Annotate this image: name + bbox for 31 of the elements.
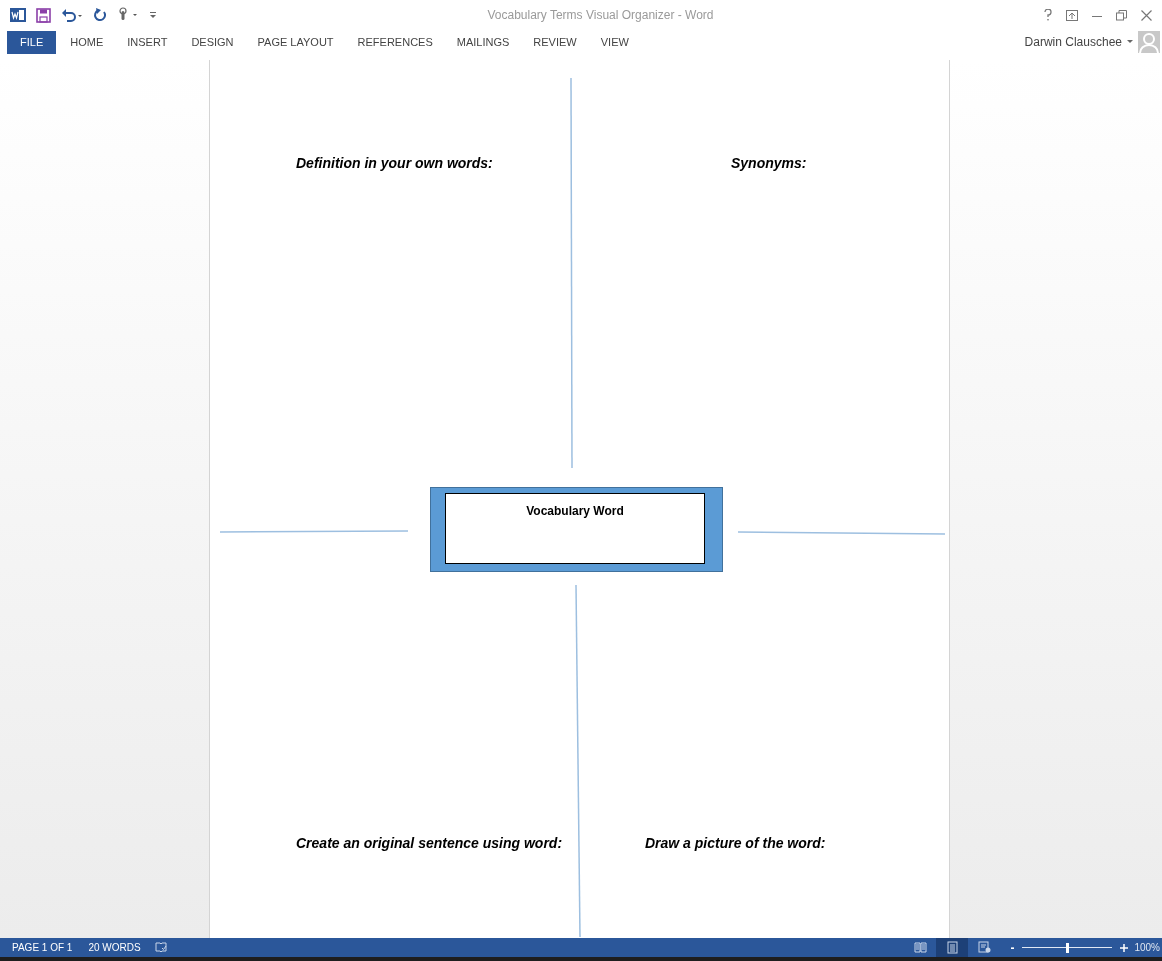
user-name[interactable]: Darwin Clauschee <box>1024 33 1122 51</box>
word-box-label: Vocabulary Word <box>526 503 624 520</box>
quadrant-heading: Synonyms: <box>731 154 807 173</box>
zoom-in-icon[interactable] <box>1120 943 1129 952</box>
undo-icon[interactable] <box>61 8 83 22</box>
zoom-out-button[interactable]: - <box>1010 938 1021 957</box>
page-count[interactable]: PAGE 1 OF 1 <box>12 940 73 955</box>
print-layout-button[interactable] <box>936 938 969 957</box>
customize-toolbar-icon[interactable] <box>149 11 157 19</box>
quadrant-heading: Definition in your own words: <box>296 154 493 173</box>
print-layout-icon <box>945 941 959 954</box>
read-mode-icon <box>913 941 927 954</box>
ribbon-tab[interactable]: FILE <box>7 30 57 54</box>
close-icon[interactable] <box>1141 9 1152 21</box>
help-icon[interactable] <box>1044 9 1052 21</box>
save-icon[interactable] <box>36 7 51 23</box>
caret-icon[interactable] <box>1127 40 1133 44</box>
zoom-slider[interactable] <box>1022 942 1113 953</box>
word-logo-icon[interactable] <box>10 7 26 23</box>
word-count[interactable]: 20 WORDS <box>88 940 141 955</box>
proofing-icon[interactable] <box>154 942 167 953</box>
zoom-level[interactable]: 100% <box>1134 940 1160 955</box>
window-title: Vocabulary Terms Visual Organizer - Word <box>487 7 714 24</box>
web-layout-icon <box>977 941 991 954</box>
restore-icon[interactable] <box>1116 9 1127 21</box>
quadrant-heading: Create an original sentence using word: <box>296 834 563 853</box>
ribbon-display-icon[interactable] <box>1066 9 1078 21</box>
redo-icon[interactable] <box>93 8 107 22</box>
touch-mode-icon[interactable] <box>117 7 139 23</box>
quadrant-heading: Draw a picture of the word: <box>645 834 826 853</box>
zoom-slider-thumb[interactable] <box>1066 942 1070 953</box>
